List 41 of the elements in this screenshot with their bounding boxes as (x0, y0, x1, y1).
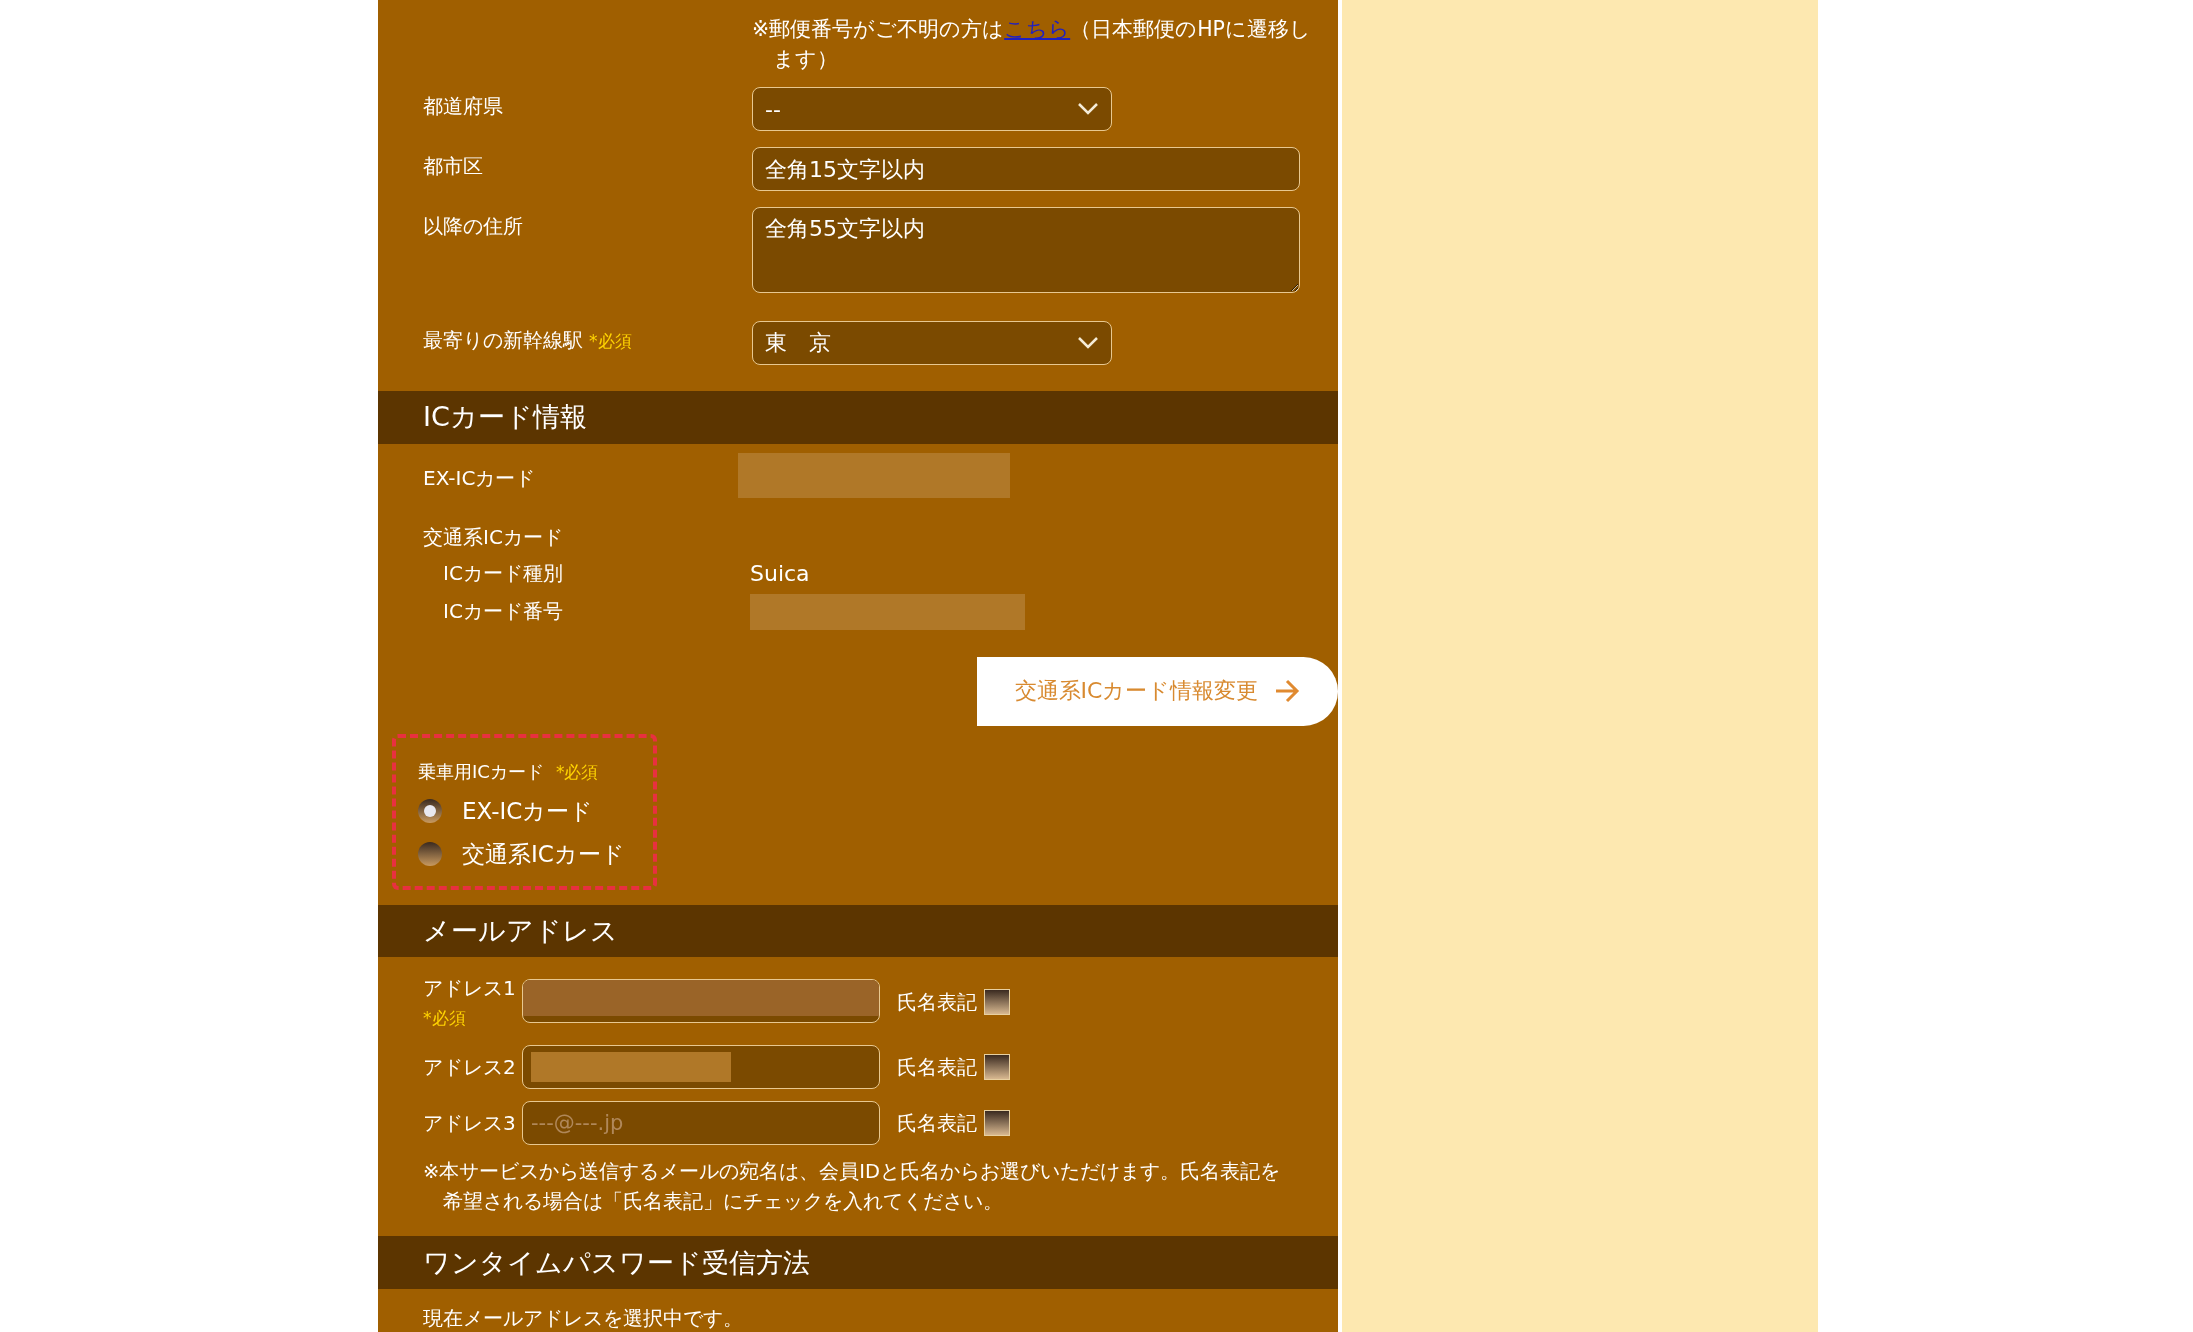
checkbox[interactable] (984, 1110, 1010, 1137)
required-mark: *必須 (423, 1007, 467, 1031)
checkbox-label: 氏名表記 (897, 1053, 977, 1081)
select-field[interactable]: -- (752, 87, 1112, 131)
group-label: 乗車用ICカード (418, 760, 544, 782)
textarea-field[interactable]: 全角55文字以内 (752, 207, 1300, 293)
field-label: 以降の住所 (423, 214, 523, 238)
email-field[interactable]: ---@---.jp (522, 1101, 880, 1146)
field-label: 都道府県 (423, 94, 503, 118)
chevron-down-icon (1077, 336, 1099, 350)
change-card-button[interactable]: 交通系ICカード情報変更 (977, 656, 1338, 726)
required-mark: *必須 (555, 761, 599, 782)
select-field[interactable]: 東 京 (752, 321, 1112, 365)
postal-note: ※郵便番号がご不明の方は こちら（日本郵便のHPに遷移します） (752, 16, 1312, 73)
status-text: 現在メールアドレスを選択中です。 (423, 1305, 744, 1332)
email-note: ※本サービスから送信するメールの宛名は、会員IDと氏名からお選びいただけます。氏名表記を希望される場合は「氏名表記」にチェックを入れてください。 (423, 1159, 1282, 1216)
email-field[interactable] (522, 1045, 880, 1090)
field-label: アドレス3 (423, 1110, 517, 1138)
checkbox[interactable] (984, 1054, 1010, 1081)
field-label: ICカード種別 (442, 560, 564, 588)
field-label: 最寄りの新幹線駅 (423, 328, 583, 352)
chevron-down-icon (1077, 102, 1099, 116)
email-field[interactable] (522, 979, 880, 1024)
checkbox-label: 氏名表記 (897, 989, 977, 1017)
checkbox-label: 氏名表記 (897, 1109, 977, 1137)
field-label: アドレス2 (423, 1054, 517, 1082)
field-label: ICカード番号 (442, 598, 564, 626)
radio-option[interactable]: 交通系ICカード (418, 838, 625, 870)
group-label: 交通系ICカード (422, 523, 564, 551)
section-header: ICカード情報 (378, 391, 1338, 444)
radio-option[interactable]: EX-ICカード (418, 795, 594, 827)
field-label: アドレス1 (423, 975, 517, 1003)
field-value: Suica (750, 561, 811, 587)
section-header: メールアドレス (378, 904, 1338, 958)
field-label: EX-ICカード (422, 464, 537, 492)
checkbox[interactable] (984, 989, 1010, 1016)
field-label: 都市区 (423, 154, 483, 178)
section-header: ワンタイムパスワード受信方法 (378, 1236, 1338, 1289)
arrow-right-icon (1274, 679, 1301, 704)
input-field[interactable]: 全角15文字以内 (752, 147, 1300, 191)
required-mark: *必須 (589, 331, 632, 351)
